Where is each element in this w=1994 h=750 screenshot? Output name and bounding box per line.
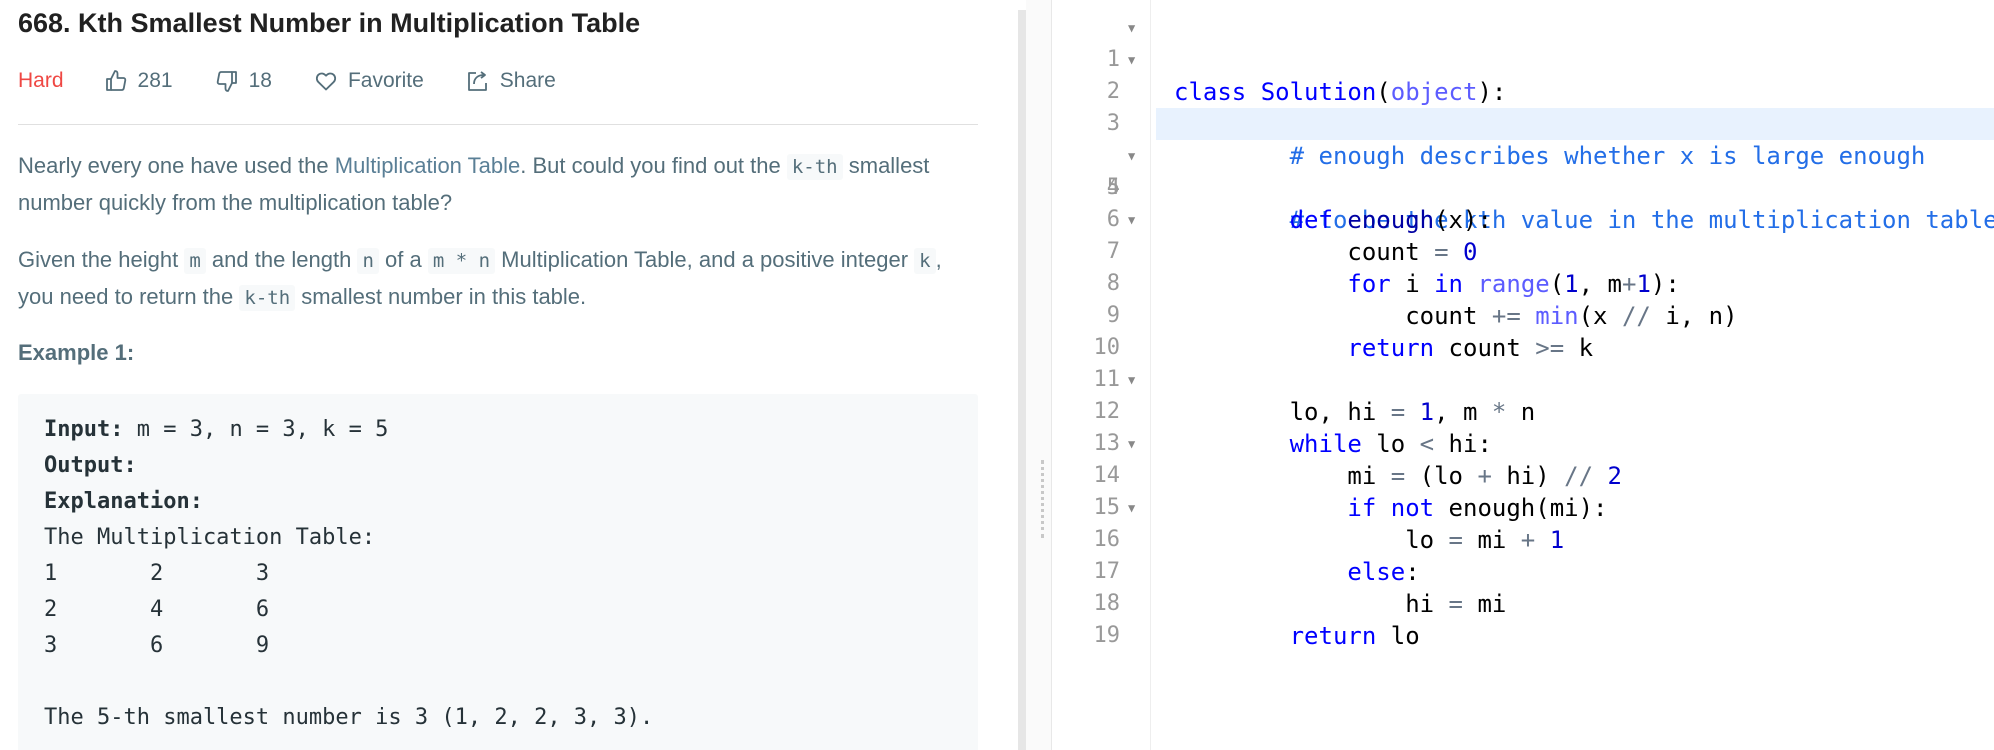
like-button[interactable]: 281 — [104, 69, 173, 93]
splitter-handle-icon[interactable] — [1041, 460, 1046, 538]
code-line[interactable]: 16 ▼ else: — [1052, 492, 1994, 586]
description-paragraph-2: Given the height m and the length n of a… — [18, 247, 942, 311]
fold-arrow-icon[interactable]: ▼ — [1128, 428, 1135, 460]
fold-arrow-icon[interactable]: ▼ — [1128, 492, 1135, 524]
example-title: Example 1: — [18, 340, 135, 365]
share-button[interactable]: Share — [466, 69, 556, 93]
pane-splitter[interactable] — [1026, 0, 1051, 750]
example-block: Input: m = 3, n = 3, k = 5 Output: Expla… — [18, 394, 978, 750]
code-line[interactable]: 3 # enough describes whether x is large … — [1052, 76, 1994, 170]
code-line[interactable]: 10 — [1052, 300, 1994, 360]
share-icon — [467, 71, 487, 91]
description-pane: 668. Kth Smallest Number in Multiplicati… — [0, 0, 1018, 750]
code-line[interactable]: 2▼ def findKthNumber(self, m, n, k): — [1052, 44, 1994, 138]
fold-arrow-icon[interactable]: ▼ — [1128, 44, 1135, 76]
dislike-count: 18 — [248, 69, 272, 92]
code-line[interactable]: 9 return count >= k — [1052, 268, 1994, 362]
inline-code: m * n — [427, 248, 496, 274]
share-label: Share — [499, 69, 556, 92]
example-pre: Input: m = 3, n = 3, k = 5 Output: Expla… — [44, 417, 654, 730]
inline-code: n — [357, 248, 379, 274]
fold-arrow-icon[interactable]: ▼ — [1128, 140, 1135, 172]
thumbs-down-icon — [216, 71, 237, 92]
code-line[interactable]: 17 hi = mi — [1052, 524, 1994, 618]
inline-code: k-th — [239, 285, 296, 311]
code-line[interactable]: 5 ▼ def enough(x): — [1052, 140, 1994, 234]
like-count: 281 — [137, 69, 173, 92]
code-line[interactable]: 6 count = 0 — [1052, 172, 1994, 266]
code-line[interactable]: 1 ▼ class Solution(object): — [1052, 12, 1994, 106]
header-divider — [18, 124, 978, 125]
code-line[interactable]: 8 count += min(x // i, n) — [1052, 236, 1994, 330]
code-line[interactable]: 11 lo, hi = 1, m * n — [1052, 332, 1994, 426]
heart-icon — [315, 72, 336, 91]
active-line-highlight — [1156, 108, 1994, 140]
dislike-button[interactable]: 18 — [215, 69, 272, 93]
favorite-button[interactable]: Favorite — [314, 69, 424, 93]
code-line[interactable]: 14 ▼ if not enough(mi): — [1052, 428, 1994, 522]
code-line[interactable]: 12 ▼ while lo < hi: — [1052, 364, 1994, 458]
problem-meta-row: Hard 281 18 Favorite Share — [18, 64, 598, 98]
description-paragraph-1: Nearly every one have used the Multiplic… — [18, 153, 930, 215]
fold-arrow-icon[interactable]: ▼ — [1128, 204, 1135, 236]
favorite-label: Favorite — [347, 69, 424, 92]
problem-title: 668. Kth Smallest Number in Multiplicati… — [18, 8, 641, 38]
code-line[interactable]: 18 return lo — [1052, 556, 1994, 650]
inline-code: k-th — [786, 154, 843, 180]
code-line[interactable]: 15 lo = mi + 1 — [1052, 460, 1994, 554]
code-line[interactable]: 13 mi = (lo + hi) // 2 — [1052, 396, 1994, 490]
inline-code: m — [184, 248, 206, 274]
code-line-active[interactable]: 4 # to be the kth value in the multiplic… — [1052, 108, 1994, 234]
code-line[interactable]: 7 ▼ for i in range(1, m+1): — [1052, 204, 1994, 298]
code-editor[interactable]: 1▼ class Solution(object): 2▼ def findKt… — [1052, 0, 1994, 750]
left-scrollbar[interactable] — [1018, 10, 1026, 750]
difficulty-badge: Hard — [18, 69, 64, 92]
code-line[interactable]: 19 — [1052, 588, 1994, 648]
inline-code: k — [914, 248, 936, 274]
multiplication-table-link[interactable]: Multiplication Table — [335, 153, 520, 178]
fold-arrow-icon[interactable]: ▼ — [1128, 364, 1135, 396]
fold-arrow-icon[interactable]: ▼ — [1128, 12, 1135, 44]
thumbs-up-icon — [105, 70, 126, 91]
